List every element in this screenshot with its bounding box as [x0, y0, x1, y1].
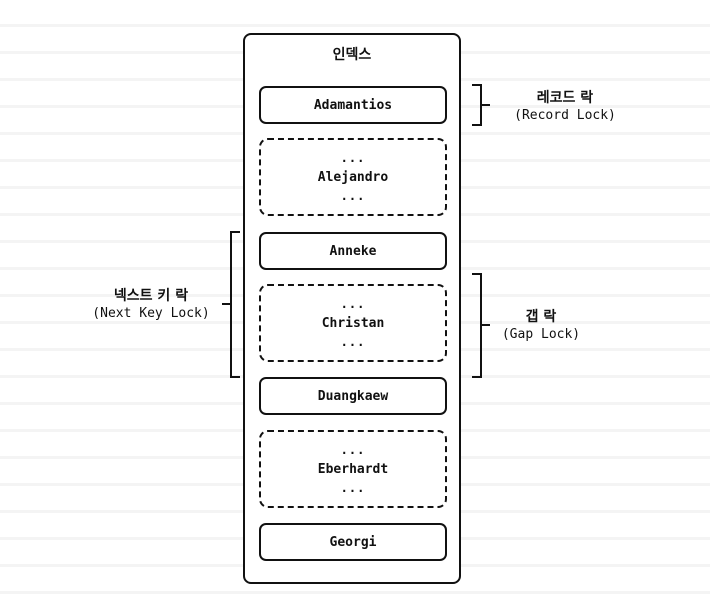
next-key-lock-label-en: (Next Key Lock)	[92, 306, 210, 321]
record-lock-bracket	[472, 84, 482, 126]
gap-lock-bracket	[472, 273, 482, 378]
diagram-canvas: 인덱스 Adamantios ... Alejandro ... Anneke …	[0, 0, 710, 609]
record-lock-label-ko: 레코드 락	[536, 90, 594, 106]
record-lock-label: 레코드 락 (Record Lock)	[500, 89, 630, 125]
next-key-lock-label-ko: 넥스트 키 락	[113, 288, 189, 304]
record-lock-label-en: (Record Lock)	[514, 108, 616, 123]
next-key-lock-bracket	[230, 231, 240, 378]
next-key-lock-label: 넥스트 키 락 (Next Key Lock)	[84, 287, 218, 323]
gap-lock-label: 갭 락 (Gap Lock)	[496, 308, 586, 344]
gap-lock-label-ko: 갭 락	[525, 309, 557, 325]
gap-lock-label-en: (Gap Lock)	[501, 327, 581, 342]
